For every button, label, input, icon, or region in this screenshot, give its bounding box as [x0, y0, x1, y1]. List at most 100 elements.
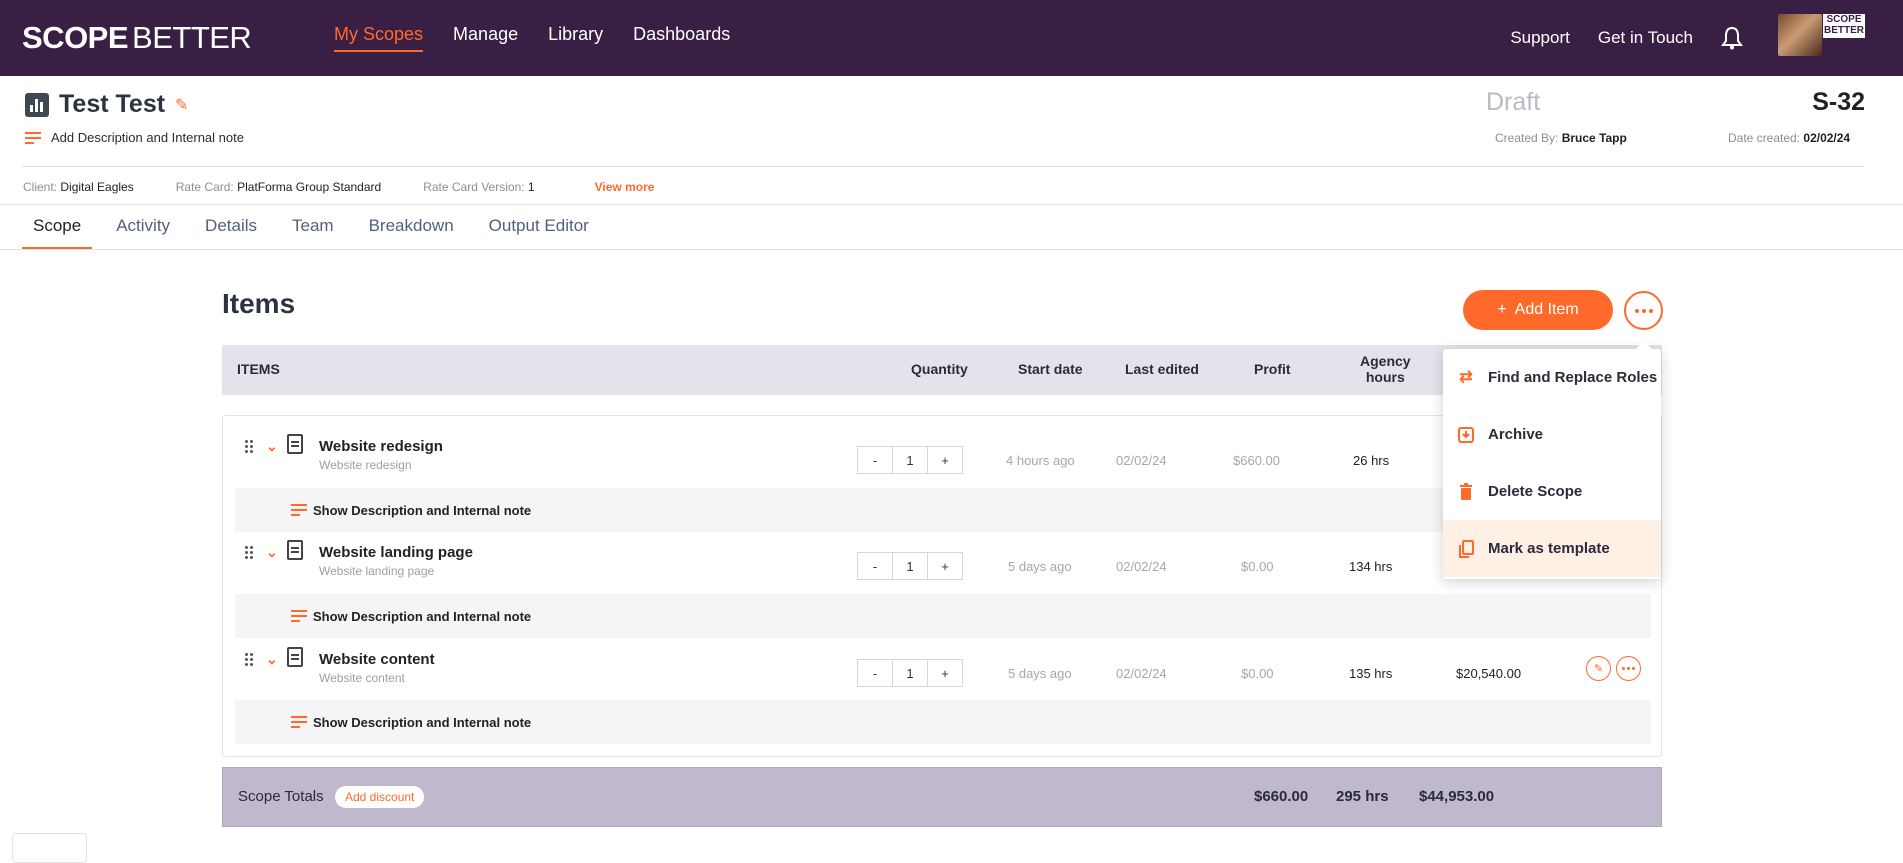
tab-scope[interactable]: Scope	[22, 205, 93, 249]
edit-pencil-icon[interactable]: ✎	[175, 95, 188, 115]
item-name[interactable]: Website landing page	[319, 544, 473, 561]
increment-button[interactable]: +	[928, 553, 962, 579]
divider	[0, 249, 1903, 250]
totals-label: Scope Totals	[238, 788, 324, 805]
add-description-link[interactable]: Add Description and Internal note	[25, 130, 244, 145]
increment-button[interactable]: +	[928, 660, 962, 686]
list-item[interactable]: ⌄ Website content Website content - 1 + …	[235, 629, 1651, 689]
quantity-value[interactable]: 1	[892, 553, 928, 579]
hours-value: 134 hrs	[1349, 559, 1393, 574]
item-subtitle: Website redesign	[319, 458, 412, 472]
view-more-link[interactable]: View more	[595, 180, 655, 194]
date-created-label: Date created:	[1728, 131, 1801, 145]
user-avatar[interactable]	[1778, 14, 1822, 56]
header-items: ITEMS	[237, 361, 280, 377]
status-label: Draft	[1486, 88, 1541, 116]
nav-manage[interactable]: Manage	[453, 24, 518, 52]
header-last-edited: Last edited	[1125, 361, 1199, 377]
header-start-date: Start date	[1018, 361, 1083, 377]
org-logo: SCOPE BETTER	[1823, 14, 1865, 38]
document-icon	[287, 647, 303, 667]
bell-icon[interactable]	[1721, 26, 1743, 50]
drag-handle-icon[interactable]	[245, 546, 253, 560]
nav-my-scopes[interactable]: My Scopes	[334, 24, 424, 52]
logo-part-1: SCOPE	[22, 20, 129, 55]
item-subtitle: Website content	[319, 671, 405, 685]
notes-icon	[25, 131, 43, 145]
start-date-value: 4 hours ago	[1006, 453, 1075, 468]
created-by: Created By: Bruce Tapp	[1495, 131, 1627, 145]
rate-version-value: 1	[527, 180, 535, 194]
document-icon	[287, 434, 303, 454]
get-in-touch-link[interactable]: Get in Touch	[1598, 28, 1693, 48]
increment-button[interactable]: +	[928, 447, 962, 473]
chevron-down-icon[interactable]: ⌄	[266, 438, 278, 455]
menu-item-mark-as-template[interactable]: Mark as template	[1443, 520, 1661, 577]
nav-dashboards[interactable]: Dashboards	[633, 24, 730, 52]
menu-item-label: Find and Replace Roles	[1488, 369, 1658, 386]
menu-item-label: Archive	[1488, 426, 1544, 443]
item-more-button[interactable]	[1616, 656, 1641, 681]
chevron-down-icon[interactable]: ⌄	[266, 544, 278, 561]
tab-breakdown[interactable]: Breakdown	[358, 205, 465, 249]
tab-output-editor[interactable]: Output Editor	[478, 205, 600, 249]
chat-widget[interactable]	[12, 833, 87, 863]
item-name[interactable]: Website redesign	[319, 438, 443, 455]
notes-icon	[291, 715, 309, 729]
last-edited-value: 02/02/24	[1116, 666, 1167, 681]
edit-item-button[interactable]: ✎	[1586, 656, 1611, 681]
list-item[interactable]: ⌄ Website landing page Website landing p…	[235, 522, 1651, 582]
profit-value: $0.00	[1241, 666, 1274, 681]
chevron-down-icon[interactable]: ⌄	[266, 651, 278, 668]
title-row: Test Test ✎	[25, 90, 188, 119]
quantity-value[interactable]: 1	[892, 447, 928, 473]
decrement-button[interactable]: -	[858, 447, 892, 473]
nav-right: Support Get in Touch	[1510, 26, 1743, 50]
header-quantity: Quantity	[911, 361, 968, 377]
more-options-button[interactable]	[1624, 291, 1663, 330]
menu-item-archive[interactable]: Archive	[1443, 406, 1661, 463]
main-nav: My Scopes Manage Library Dashboards	[334, 24, 730, 52]
list-item[interactable]: ⌄ Website redesign Website redesign - 1 …	[235, 416, 1651, 476]
top-navbar: SCOPE BETTER My Scopes Manage Library Das…	[0, 0, 1903, 76]
tab-details[interactable]: Details	[194, 205, 268, 249]
nav-library[interactable]: Library	[548, 24, 603, 52]
app-logo[interactable]: SCOPE BETTER	[22, 20, 252, 56]
add-item-button[interactable]: + Add Item	[1463, 290, 1613, 330]
dot	[1634, 308, 1639, 313]
trash-icon	[1457, 482, 1475, 501]
tab-team[interactable]: Team	[281, 205, 345, 249]
show-description-label: Show Description and Internal note	[313, 503, 532, 518]
drag-handle-icon[interactable]	[245, 440, 253, 454]
quantity-value[interactable]: 1	[892, 660, 928, 686]
scope-options-menu: ⇄ Find and Replace Roles Archive Delete …	[1443, 341, 1661, 579]
decrement-button[interactable]: -	[858, 553, 892, 579]
decrement-button[interactable]: -	[858, 660, 892, 686]
copy-template-icon	[1457, 539, 1475, 558]
item-subtitle: Website landing page	[319, 564, 435, 578]
menu-item-label: Mark as template	[1488, 540, 1610, 557]
header-agency-hours: Agency hours	[1360, 353, 1411, 385]
show-description-label: Show Description and Internal note	[313, 609, 532, 624]
menu-item-find-replace-roles[interactable]: ⇄ Find and Replace Roles	[1443, 349, 1661, 406]
drag-handle-icon[interactable]	[245, 653, 253, 667]
add-discount-button[interactable]: Add discount	[335, 786, 425, 808]
show-description-label: Show Description and Internal note	[313, 715, 532, 730]
price-value: $20,540.00	[1456, 666, 1522, 681]
scope-tabs: Scope Activity Details Team Breakdown Ou…	[22, 205, 613, 249]
add-item-label: Add Item	[1514, 301, 1579, 318]
scope-title: Test Test	[59, 90, 166, 118]
scope-totals: Scope Totals Add discount $660.00 295 hr…	[222, 767, 1662, 827]
support-link[interactable]: Support	[1510, 28, 1570, 48]
swap-arrows-icon: ⇄	[1459, 368, 1473, 386]
tab-activity[interactable]: Activity	[105, 205, 181, 249]
menu-item-label: Delete Scope	[1488, 483, 1583, 500]
totals-profit: $660.00	[1254, 788, 1309, 805]
document-icon	[287, 540, 303, 560]
item-name[interactable]: Website content	[319, 651, 435, 668]
notes-icon	[291, 609, 309, 623]
date-created: Date created: 02/02/24	[1728, 131, 1850, 145]
bar-chart-icon	[25, 92, 49, 117]
menu-item-delete-scope[interactable]: Delete Scope	[1443, 463, 1661, 520]
show-description-bar[interactable]: Show Description and Internal note	[235, 700, 1651, 744]
